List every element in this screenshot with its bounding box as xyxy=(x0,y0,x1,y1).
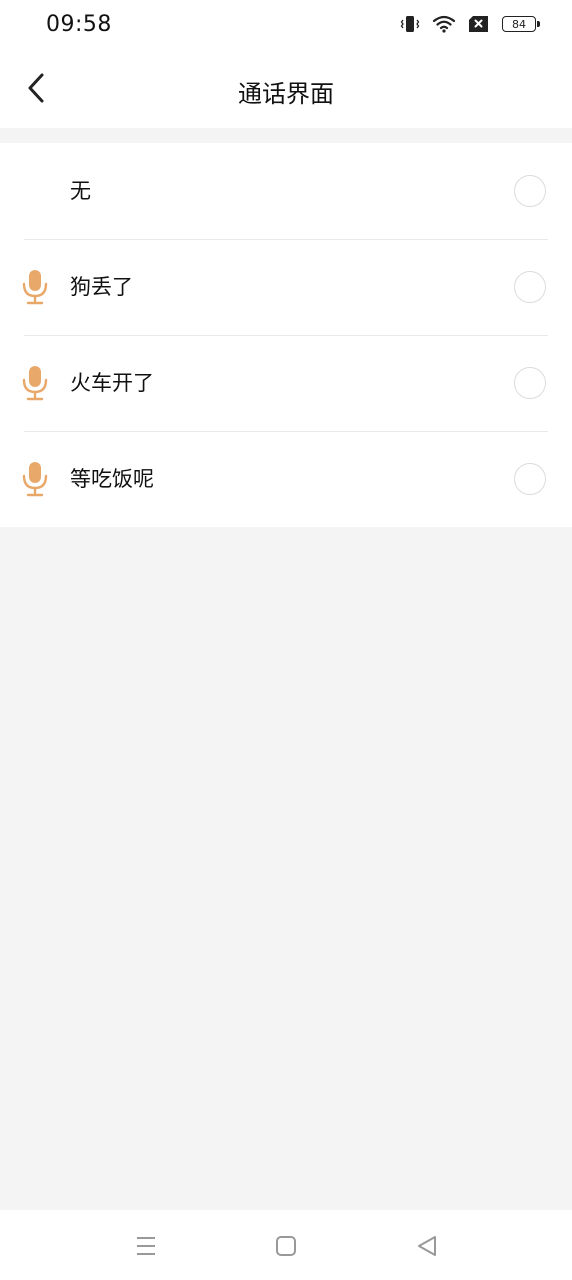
battery-icon: 84 xyxy=(502,16,540,32)
radio-button[interactable] xyxy=(514,367,546,399)
microphone-icon xyxy=(20,461,50,497)
microphone-icon xyxy=(20,365,50,401)
sim-off-icon xyxy=(468,15,490,33)
page-title: 通话界面 xyxy=(238,80,334,108)
radio-button[interactable] xyxy=(514,271,546,303)
ringtone-option-list: 无 狗丢了 火车开了 等吃饭呢 xyxy=(0,143,572,527)
nav-back-button[interactable] xyxy=(413,1232,441,1260)
option-item-none[interactable]: 无 xyxy=(0,143,572,239)
option-label: 狗丢了 xyxy=(70,275,133,299)
menu-icon xyxy=(137,1237,155,1255)
option-item-waiting-dinner[interactable]: 等吃饭呢 xyxy=(0,431,572,527)
battery-level: 84 xyxy=(512,17,526,31)
back-triangle-icon xyxy=(418,1236,436,1256)
nav-menu-button[interactable] xyxy=(132,1232,160,1260)
home-icon xyxy=(276,1236,296,1256)
system-nav-bar xyxy=(0,1210,572,1280)
vibrate-icon xyxy=(400,14,420,34)
status-icons: 84 xyxy=(400,14,540,34)
option-item-train-left[interactable]: 火车开了 xyxy=(0,335,572,431)
status-bar: 09:58 84 xyxy=(0,0,572,52)
wifi-icon xyxy=(432,14,456,34)
status-time: 09:58 xyxy=(46,12,112,37)
header: 通话界面 xyxy=(0,52,572,128)
screen: 09:58 84 通话界面 无 狗丢了 火车开了 等吃饭呢 xyxy=(0,0,572,1280)
radio-button[interactable] xyxy=(514,463,546,495)
radio-button[interactable] xyxy=(514,175,546,207)
nav-home-button[interactable] xyxy=(272,1232,300,1260)
option-label: 无 xyxy=(70,179,91,203)
microphone-icon xyxy=(20,269,50,305)
option-label: 火车开了 xyxy=(70,371,154,395)
option-item-dog-lost[interactable]: 狗丢了 xyxy=(0,239,572,335)
option-label: 等吃饭呢 xyxy=(70,467,154,491)
